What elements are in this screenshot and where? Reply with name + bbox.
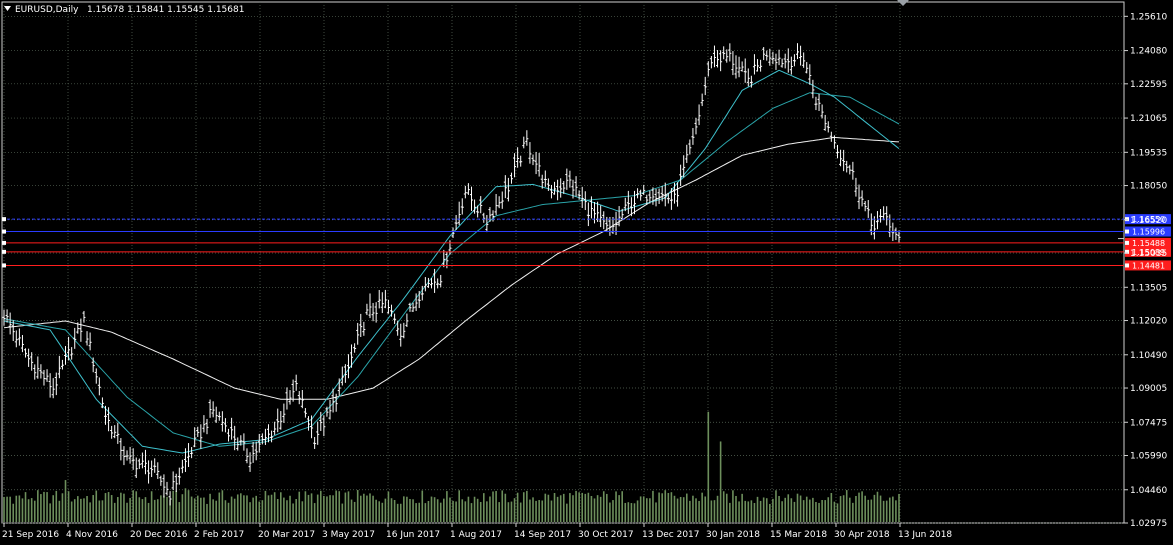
grid-lines <box>1 1 1125 524</box>
level-tag-handle <box>1125 217 1129 222</box>
x-tick-label: 15 Mar 2018 <box>770 530 827 540</box>
y-tick-label: 1.19535 <box>1130 148 1167 158</box>
time-axis[interactable]: 21 Sep 2016 4 Nov 2016 20 Dec 2016 2 Feb 20… <box>2 523 952 540</box>
level-tag-handle <box>1125 263 1129 268</box>
level-price-label: 1.15996 <box>1132 228 1165 237</box>
plot-frame <box>1 1 1125 524</box>
level-price-label: 1.15488 <box>1132 239 1165 248</box>
y-tick-label: 1.13505 <box>1130 283 1167 293</box>
level-handle[interactable] <box>2 229 6 234</box>
x-tick-label: 4 Nov 2016 <box>66 530 118 540</box>
y-tick-label: 1.02975 <box>1130 519 1167 529</box>
y-tick-label: 1.12020 <box>1130 317 1167 327</box>
x-tick-label: 30 Apr 2018 <box>834 530 890 540</box>
y-tick-label: 1.10490 <box>1130 351 1167 361</box>
price-bars <box>2 43 901 506</box>
x-tick-label: 13 Jun 2018 <box>898 530 952 540</box>
price-chart[interactable]: 1.165501.159961.154881.150891.14481 1.25… <box>0 0 1173 545</box>
x-tick-label: 13 Dec 2017 <box>642 530 700 540</box>
volume-histogram <box>3 411 900 522</box>
x-tick-label: 14 Sep 2017 <box>514 530 571 540</box>
y-tick-label: 1.24080 <box>1130 47 1167 57</box>
x-tick-label: 20 Mar 2017 <box>258 530 315 540</box>
level-tag-handle <box>1125 229 1129 234</box>
y-tick-label: 1.16520 <box>1130 216 1167 226</box>
level-price-label: 1.14481 <box>1132 261 1165 270</box>
level-handle[interactable] <box>2 240 6 245</box>
x-tick-label: 20 Dec 2016 <box>130 530 188 540</box>
y-tick-label: 1.21065 <box>1130 114 1167 124</box>
ma-mid-line <box>3 92 900 447</box>
y-tick-label: 1.15035 <box>1130 249 1167 259</box>
level-handle[interactable] <box>2 249 6 254</box>
chart-shift-marker-icon[interactable] <box>897 0 909 6</box>
y-tick-label: 1.22595 <box>1130 80 1167 90</box>
x-tick-label: 30 Oct 2017 <box>578 530 634 540</box>
horizontal-levels[interactable]: 1.165501.159961.154881.150891.14481 <box>2 214 1171 271</box>
level-tag-handle <box>1125 240 1129 245</box>
chart-window[interactable]: 1.16550 1.15996 1.15488 1.15089 1.14481 1.25… <box>0 0 1173 545</box>
x-tick-label: 30 Jan 2018 <box>706 530 760 540</box>
ma-slow-line <box>3 136 900 400</box>
level-handle[interactable] <box>2 263 6 268</box>
x-tick-label: 16 Jun 2017 <box>386 530 440 540</box>
x-tick-label: 1 Aug 2017 <box>450 530 502 540</box>
y-tick-label: 1.09005 <box>1130 384 1167 394</box>
y-tick-label: 1.04460 <box>1130 486 1167 496</box>
moving-averages <box>3 69 900 454</box>
symbol-label: EURUSD,Daily <box>15 5 79 15</box>
y-tick-label: 1.05990 <box>1130 452 1167 462</box>
ohlc-readout: 1.15678 1.15841 1.15545 1.15681 <box>87 5 244 15</box>
y-tick-label: 1.18050 <box>1130 182 1167 192</box>
level-handle[interactable] <box>2 217 6 222</box>
y-tick-label: 1.07475 <box>1130 418 1167 428</box>
x-tick-label: 21 Sep 2016 <box>2 530 59 540</box>
ma-fast-line <box>3 69 900 454</box>
y-tick-label: 1.25610 <box>1130 12 1167 22</box>
triangle-down-icon[interactable] <box>4 6 11 11</box>
x-tick-label: 2 Feb 2017 <box>194 530 244 540</box>
x-tick-label: 3 May 2017 <box>322 530 375 540</box>
price-axis[interactable]: 1.25610 1.24080 1.22595 1.21065 1.19535 1.180… <box>1124 12 1167 529</box>
chart-header: EURUSD,Daily 1.15678 1.15841 1.15545 1.1… <box>4 5 244 15</box>
